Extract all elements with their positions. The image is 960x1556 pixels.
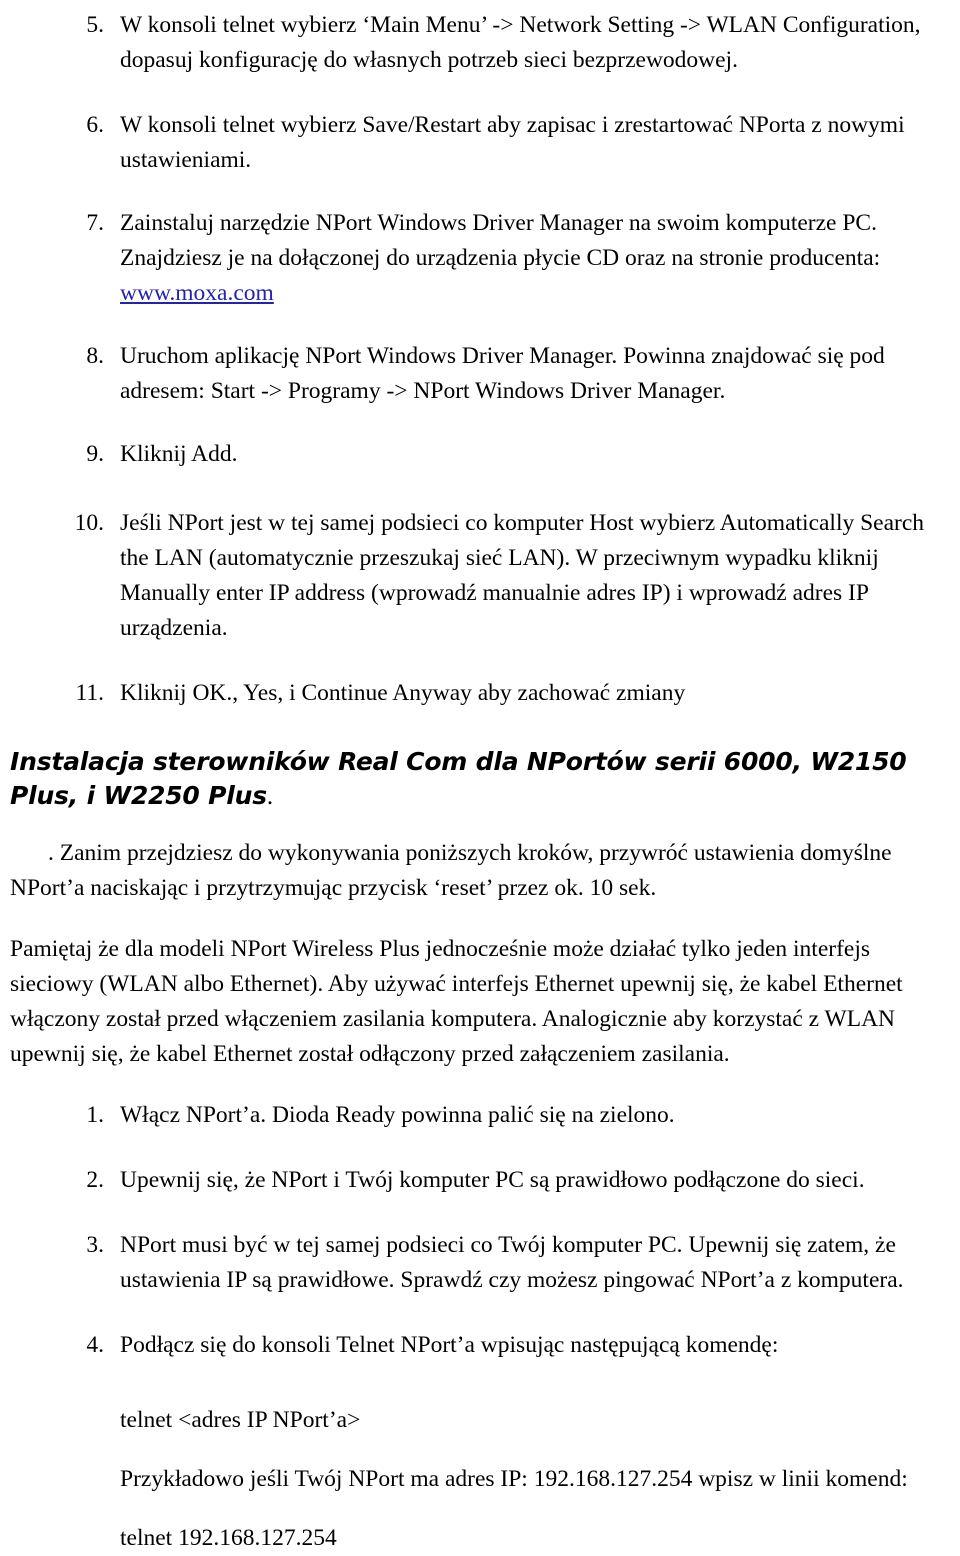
section-heading: Instalacja sterowników Real Com dla NPor… [0,745,960,814]
list-item-text: NPort musi być w tej samej podsieci co T… [120,1232,904,1293]
command-gap [0,1379,960,1403]
list-item-text: Zainstaluj narzędzie NPort Windows Drive… [120,206,946,311]
item-gap [0,327,960,339]
list-item: 10. Jeśli NPort jest w tej samej podsiec… [0,506,960,646]
heading-top-spacer [0,727,960,745]
list-item-text: W konsoli telnet wybierz ‘Main Menu’ -> … [120,12,921,73]
list-item-text: Włącz NPort’a. Dioda Ready powinna palić… [120,1102,675,1128]
list-marker: 10. [74,510,104,536]
command-gap [0,1438,960,1462]
list-marker: 3. [86,1232,104,1258]
item-gap [0,425,960,437]
list-marker: 5. [86,12,104,38]
list-item-text: Uruchom aplikację NPort Windows Driver M… [120,343,885,404]
list-item: 11. Kliknij OK., Yes, i Continue Anyway … [0,676,960,711]
section-heading-tail: . [266,783,273,810]
item-gap [0,94,960,108]
list-item-text: Upewnij się, że NPort i Twój komputer PC… [120,1167,865,1193]
list-marker: 7. [86,210,104,236]
numbered-list-primary: 5. W konsoli telnet wybierz ‘Main Menu’ … [0,8,960,711]
example-intro-text: Przykładowo jeśli Twój NPort ma adres IP… [120,1466,908,1492]
list-b-top-spacer [0,1072,960,1098]
list-marker: 1. [86,1102,104,1128]
list-item: 8. Uruchom aplikację NPort Windows Drive… [0,339,960,409]
list-marker: 6. [86,112,104,138]
moxa-website-link[interactable]: www.moxa.com [120,280,274,306]
item-gap [0,1314,960,1328]
list-item: 1. Włącz NPort’a. Dioda Ready powinna pa… [0,1098,960,1133]
list-item-text: Kliknij Add. [120,441,238,467]
command-gap [0,1497,960,1521]
list-item: 2. Upewnij się, że NPort i Twój komputer… [0,1163,960,1198]
list-item-text: Jeśli NPort jest w tej samej podsieci co… [120,510,925,641]
item-gap [0,1214,960,1228]
section-heading-main: Instalacja sterowników Real Com dla NPor… [10,747,907,810]
heading-bottom-spacer [0,814,960,836]
list-marker: 8. [86,343,104,369]
list-item-text: W konsoli telnet wybierz Save/Restart ab… [120,112,905,173]
list-item: 5. W konsoli telnet wybierz ‘Main Menu’ … [0,8,960,78]
list-item: 6. W konsoli telnet wybierz Save/Restart… [0,108,960,178]
list-marker: 9. [86,441,104,467]
telnet-example-command: telnet 192.168.127.254 [120,1525,337,1551]
list-item: 4. Podłącz się do konsoli Telnet NPort’a… [0,1328,960,1363]
reset-note-paragraph: . Zanim przejdziesz do wykonywania poniż… [10,840,892,901]
item-gap [0,194,960,206]
item-gap [0,1149,960,1163]
list-item-text-run: Zainstaluj narzędzie NPort Windows Drive… [120,210,881,271]
list-item-text: Podłącz się do konsoli Telnet NPort’a wp… [120,1332,779,1358]
item-gap [0,488,960,506]
list-item: 3. NPort musi być w tej samej podsieci c… [0,1228,960,1298]
top-spacer [0,0,960,8]
list-item: 7. Zainstaluj narzędzie NPort Windows Dr… [0,206,960,311]
list-marker: 4. [86,1332,104,1358]
numbered-list-secondary: 1. Włącz NPort’a. Dioda Ready powinna pa… [0,1098,960,1363]
interface-note-paragraph: Pamiętaj że dla modeli NPort Wireless Pl… [10,936,903,1067]
list-item: 9. Kliknij Add. [0,437,960,472]
list-item-text: Kliknij OK., Yes, i Continue Anyway aby … [120,680,686,706]
list-marker: 11. [75,680,104,706]
document-page: 5. W konsoli telnet wybierz ‘Main Menu’ … [0,0,960,1551]
item-gap [0,662,960,676]
telnet-template-command: telnet <adres IP NPort’a> [120,1407,361,1433]
list-marker: 2. [86,1167,104,1193]
